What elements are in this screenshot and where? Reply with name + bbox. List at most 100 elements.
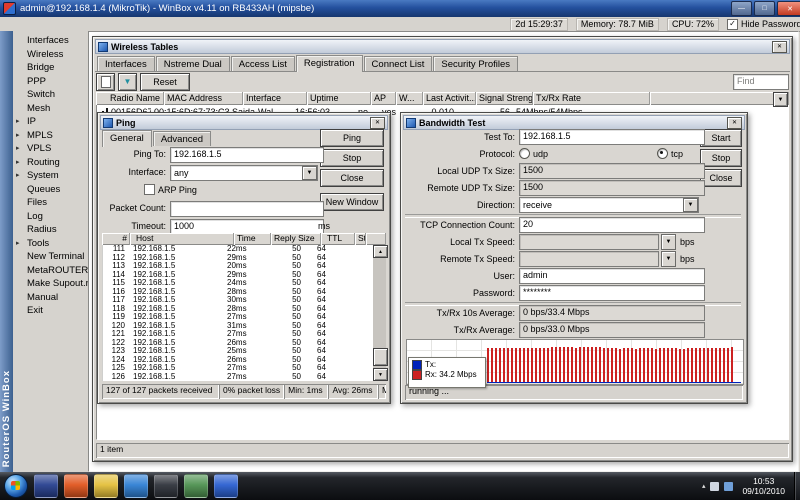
sidebar-item-mesh[interactable]: Mesh <box>13 102 88 116</box>
ping-result-row[interactable]: 115192.168.1.524ms5064 <box>103 279 373 288</box>
winbox-taskbar-icon[interactable] <box>214 474 238 498</box>
volume-icon[interactable] <box>724 482 733 491</box>
file-explorer-icon[interactable] <box>94 474 118 498</box>
column-ap[interactable]: AP <box>371 92 396 105</box>
scroll-up-button[interactable]: ▲ <box>373 245 388 258</box>
sidebar-item-ppp[interactable]: PPP <box>13 75 88 89</box>
sidebar-item-switch[interactable]: Switch <box>13 88 88 102</box>
ping-result-row[interactable]: 112192.168.1.529ms5064 <box>103 254 373 263</box>
sidebar-item-exit[interactable]: Exit <box>13 304 88 318</box>
cpu-text[interactable]: CPU: 72% <box>667 18 719 31</box>
column-time[interactable]: Time <box>234 233 271 245</box>
ping-tab-advanced[interactable]: Advanced <box>153 131 211 146</box>
stop-button[interactable]: Stop <box>320 149 384 167</box>
ping-result-row[interactable]: 123192.168.1.525ms5064 <box>103 347 373 356</box>
ping-result-row[interactable]: 111192.168.1.522ms5064 <box>103 245 373 254</box>
start-button[interactable]: Start <box>700 129 742 147</box>
find-input[interactable]: Find <box>733 74 789 90</box>
sidebar-item-make-supout-rif[interactable]: Make Supout.rif <box>13 277 88 291</box>
filter-button[interactable]: ▼ <box>118 73 137 91</box>
sidebar-item-files[interactable]: Files <box>13 196 88 210</box>
clock[interactable]: 10:53 09/10/2010 <box>738 476 789 496</box>
ping-close-button[interactable]: ✕ <box>370 117 385 129</box>
sidebar-item-queues[interactable]: Queues <box>13 183 88 197</box>
sidebar-item-radius[interactable]: Radius <box>13 223 88 237</box>
column-wds[interactable]: W... <box>396 92 423 105</box>
chevron-down-icon[interactable]: ▼ <box>302 166 317 180</box>
column-radio-name[interactable]: Radio Name <box>96 92 164 105</box>
ping-result-row[interactable]: 118192.168.1.528ms5064 <box>103 305 373 314</box>
ping-titlebar[interactable]: Ping ✕ <box>100 115 388 130</box>
browser-icon[interactable] <box>64 474 88 498</box>
ping-result-row[interactable]: 124192.168.1.526ms5064 <box>103 356 373 365</box>
internet-explorer-icon[interactable] <box>124 474 148 498</box>
tab-security-profiles[interactable]: Security Profiles <box>433 56 518 71</box>
ping-scrollbar[interactable]: ▲ ▼ <box>373 245 386 381</box>
ping-button[interactable]: Ping <box>320 129 384 147</box>
close-ping-button[interactable]: Close <box>320 169 384 187</box>
sidebar-item-wireless[interactable]: Wireless <box>13 48 88 62</box>
memory-text[interactable]: Memory: 78.7 MiB <box>576 18 659 31</box>
bandwidth-close-button[interactable]: ✕ <box>727 117 742 129</box>
network-icon[interactable] <box>710 482 719 491</box>
start-button[interactable] <box>4 474 28 498</box>
ping-tab-general[interactable]: General <box>102 130 152 147</box>
chevron-down-icon[interactable]: ▼ <box>683 198 698 212</box>
protocol-tcp-radio[interactable]: tcp <box>657 148 683 159</box>
show-desktop-button[interactable] <box>794 472 800 500</box>
app-icon-5[interactable] <box>154 474 178 498</box>
column-status[interactable]: Status <box>355 233 366 245</box>
sidebar-item-metarouter[interactable]: MetaROUTER <box>13 264 88 278</box>
column-selector-button[interactable]: ▼ <box>773 92 788 107</box>
packet-count-input[interactable] <box>170 201 324 217</box>
column-tx-rx-rate[interactable]: Tx/Rx Rate <box>533 92 650 105</box>
sidebar-item-log[interactable]: Log <box>13 210 88 224</box>
column-last-activity[interactable]: Last Activit... <box>423 92 476 105</box>
arp-ping-checkbox[interactable]: ARP Ping <box>144 184 197 195</box>
tab-registration[interactable]: Registration <box>296 55 363 72</box>
close-button[interactable]: ✕ <box>777 1 800 16</box>
test-to-input[interactable]: 192.168.1.5 <box>519 129 705 145</box>
column-signal-strength[interactable]: Signal Strengt... <box>476 92 533 105</box>
scroll-down-button[interactable]: ▼ <box>373 368 388 381</box>
ping-result-row[interactable]: 117192.168.1.530ms5064 <box>103 296 373 305</box>
sidebar-item-routing[interactable]: ▸Routing <box>13 156 88 170</box>
app-icon-6[interactable] <box>184 474 208 498</box>
new-entry-button[interactable] <box>96 73 115 91</box>
sidebar-item-bridge[interactable]: Bridge <box>13 61 88 75</box>
reset-button[interactable]: Reset <box>140 73 190 91</box>
hide-passwords-checkbox[interactable]: ✓ Hide Passwords <box>727 19 800 30</box>
column-reply-size[interactable]: Reply Size <box>271 233 321 245</box>
chevron-down-icon[interactable]: ▼ <box>661 234 676 250</box>
ping-result-row[interactable]: 122192.168.1.526ms5064 <box>103 339 373 348</box>
sidebar-item-tools[interactable]: ▸Tools <box>13 237 88 251</box>
tab-connect-list[interactable]: Connect List <box>364 56 433 71</box>
password-input[interactable]: ******** <box>519 285 705 301</box>
ping-result-row[interactable]: 116192.168.1.528ms5064 <box>103 288 373 297</box>
ping-result-row[interactable]: 126192.168.1.527ms5064 <box>103 373 373 382</box>
close-bandwidth-button[interactable]: Close <box>700 169 742 187</box>
minimize-button[interactable]: — <box>731 1 752 16</box>
ping-result-row[interactable]: 121192.168.1.527ms5064 <box>103 330 373 339</box>
ping-result-row[interactable]: 120192.168.1.531ms5064 <box>103 322 373 331</box>
tray-expand-icon[interactable]: ▴ <box>702 482 706 490</box>
wireless-close-button[interactable]: ✕ <box>772 41 787 53</box>
column-host[interactable]: Host <box>130 233 234 245</box>
ping-result-row[interactable]: 114192.168.1.529ms5064 <box>103 271 373 280</box>
maximize-button[interactable]: □ <box>754 1 775 16</box>
interface-select[interactable]: any ▼ <box>170 165 318 181</box>
media-player-icon[interactable] <box>34 474 58 498</box>
direction-select[interactable]: receive ▼ <box>519 197 699 213</box>
ping-result-row[interactable]: 119192.168.1.527ms5064 <box>103 313 373 322</box>
tab-interfaces[interactable]: Interfaces <box>97 56 155 71</box>
sidebar-item-manual[interactable]: Manual <box>13 291 88 305</box>
tab-access-list[interactable]: Access List <box>231 56 295 71</box>
new-window-button[interactable]: New Window <box>320 193 384 211</box>
tab-nstreme-dual[interactable]: Nstreme Dual <box>156 56 230 71</box>
chevron-down-icon[interactable]: ▼ <box>661 251 676 267</box>
column-ttl[interactable]: TTL <box>321 233 355 245</box>
stop-bandwidth-button[interactable]: Stop <box>700 149 742 167</box>
user-input[interactable]: admin <box>519 268 705 284</box>
column-mac-address[interactable]: MAC Address <box>164 92 243 105</box>
sidebar-item-new-terminal[interactable]: New Terminal <box>13 250 88 264</box>
